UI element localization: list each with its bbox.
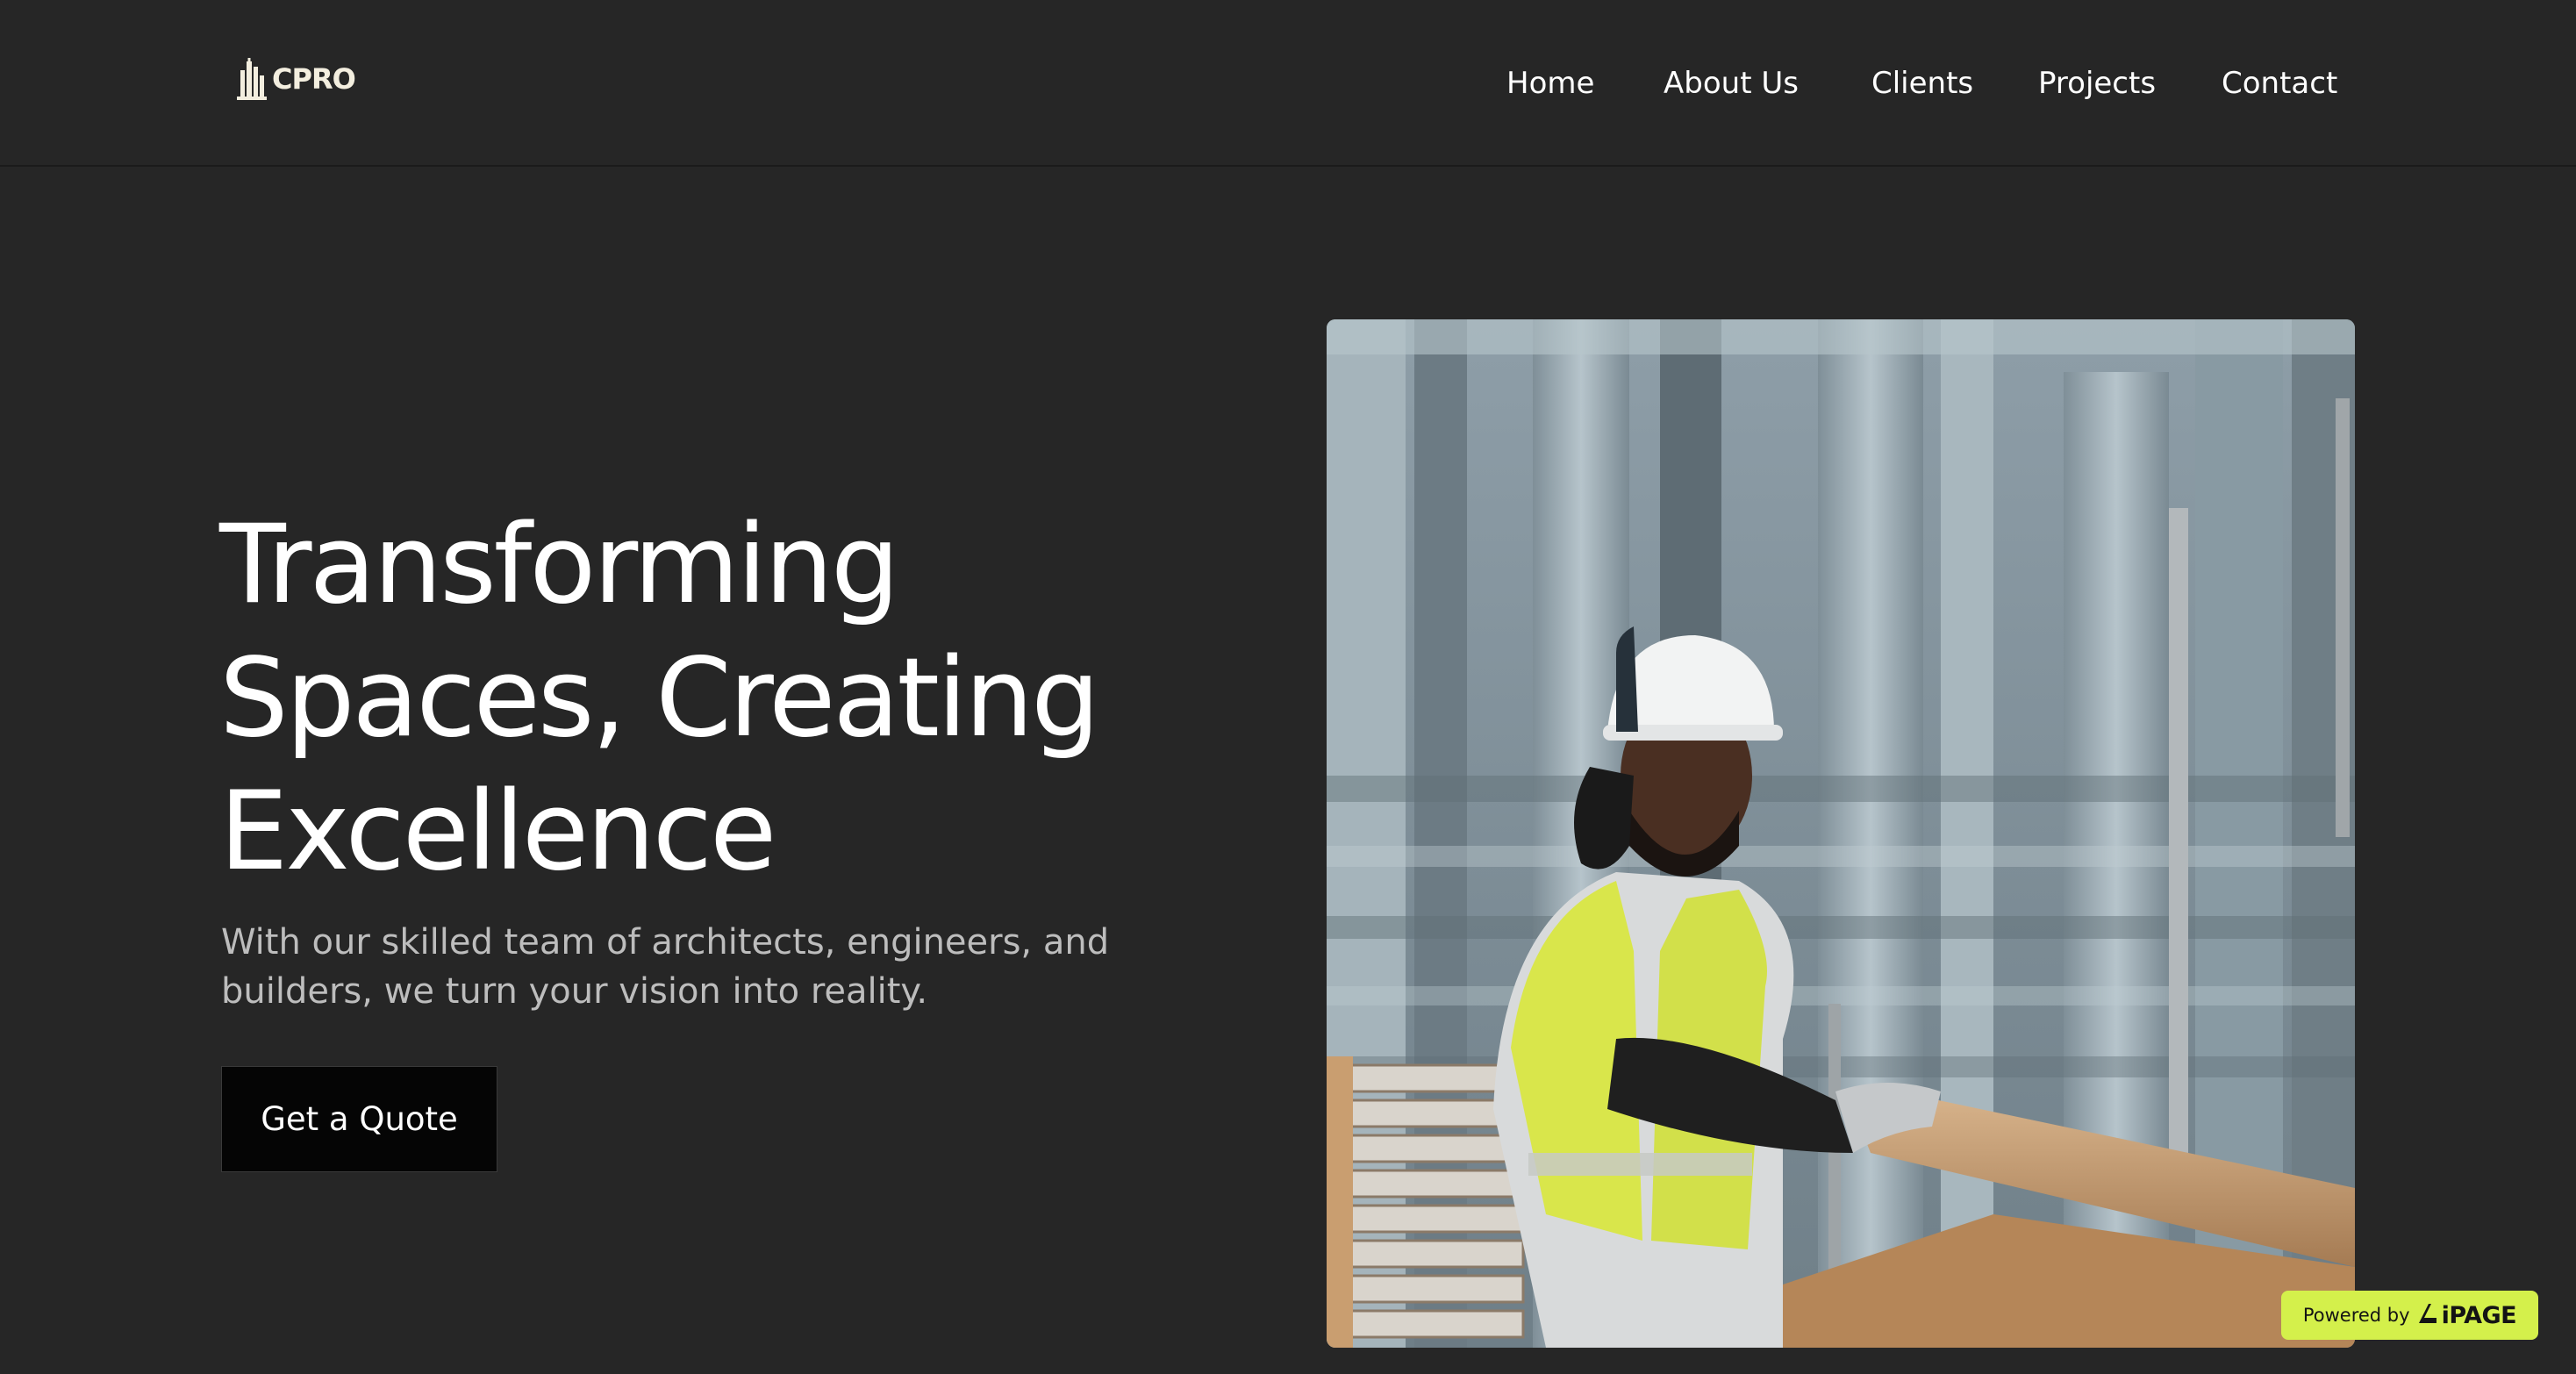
get-a-quote-button[interactable]: Get a Quote bbox=[221, 1066, 497, 1172]
ipage-mark-icon bbox=[2418, 1304, 2438, 1327]
hero-image bbox=[1327, 319, 2355, 1348]
nav-contact[interactable]: Contact bbox=[2222, 61, 2337, 105]
powered-by-label: Powered by bbox=[2302, 1305, 2410, 1326]
nav-home[interactable]: Home bbox=[1506, 61, 1594, 105]
page: CPRO Home About Us Clients Projects Cont… bbox=[0, 0, 2576, 1374]
main-nav: Home About Us Clients Projects Contact bbox=[0, 61, 2576, 105]
construction-worker-photo bbox=[1327, 319, 2355, 1348]
powered-by-badge[interactable]: Powered by iPAGE bbox=[2281, 1291, 2538, 1340]
nav-about-us[interactable]: About Us bbox=[1664, 61, 1799, 105]
site-header: CPRO Home About Us Clients Projects Cont… bbox=[0, 0, 2576, 167]
hero-title: Transforming Spaces, Creating Excellence bbox=[219, 498, 1184, 898]
nav-clients[interactable]: Clients bbox=[1871, 61, 1973, 105]
ipage-brand-text: iPAGE bbox=[2441, 1301, 2517, 1329]
ipage-logo: iPAGE bbox=[2418, 1301, 2517, 1329]
hero-title-line-1: Transforming bbox=[219, 502, 900, 628]
nav-projects[interactable]: Projects bbox=[2038, 61, 2156, 105]
hero-title-line-2: Spaces, Creating bbox=[219, 635, 1100, 762]
hero-subtitle: With our skilled team of architects, eng… bbox=[221, 922, 1110, 1012]
hero-title-line-3: Excellence bbox=[219, 769, 776, 895]
